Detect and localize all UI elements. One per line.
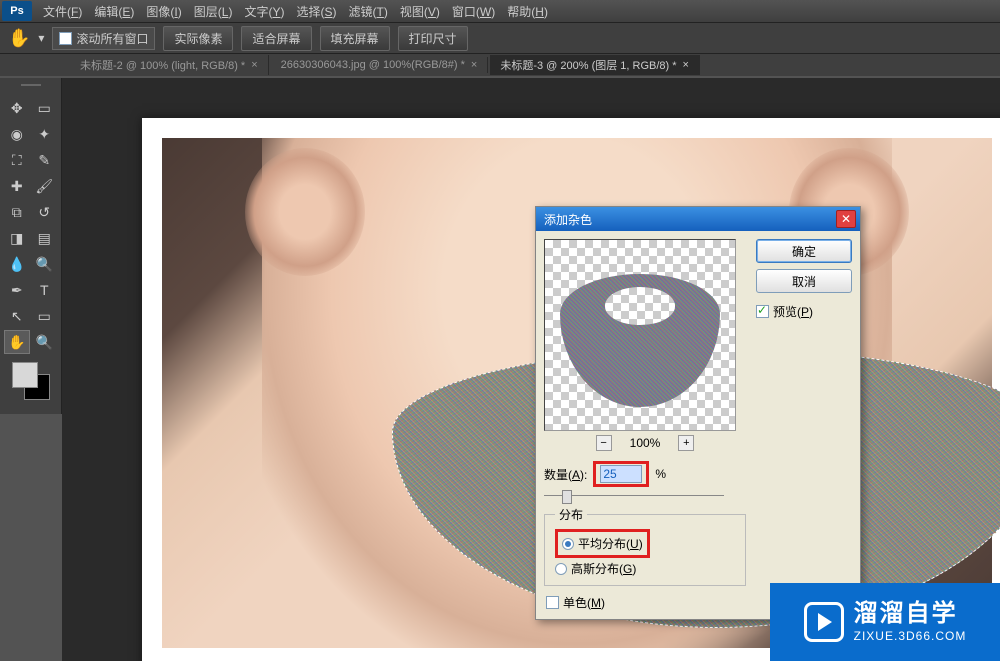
tool-toggle-icon[interactable]: ▾ xyxy=(38,31,44,45)
monochrome-check[interactable]: 单色(M) xyxy=(544,594,746,611)
gradient-tool[interactable]: ▤ xyxy=(32,226,58,250)
preview-checkbox[interactable]: 预览(P) xyxy=(756,303,852,320)
close-icon[interactable]: × xyxy=(471,59,477,71)
gaussian-radio[interactable]: 高斯分布(G) xyxy=(555,558,735,579)
zoom-tool[interactable]: 🔍 xyxy=(32,330,58,354)
close-button[interactable]: ✕ xyxy=(836,210,856,228)
eraser-tool[interactable]: ◨ xyxy=(4,226,30,250)
stamp-tool[interactable]: ⧉ xyxy=(4,200,30,224)
magic-wand-tool[interactable]: ✦ xyxy=(32,122,58,146)
highlight-marker: 平均分布(U) xyxy=(555,529,650,558)
history-brush-tool[interactable]: ↺ xyxy=(32,200,58,224)
watermark-subtitle: ZIXUE.3D66.COM xyxy=(854,629,967,643)
options-bar: ✋ ▾ 滚动所有窗口 实际像素 适合屏幕 填充屏幕 打印尺寸 xyxy=(0,22,1000,54)
crop-tool[interactable]: ⛶ xyxy=(4,148,30,172)
blur-tool[interactable]: 💧 xyxy=(4,252,30,276)
lasso-tool[interactable]: ◉ xyxy=(4,122,30,146)
menu-view[interactable]: 视图(V) xyxy=(394,0,446,23)
document-tab[interactable]: 26630306043.jpg @ 100%(RGB/8#) * × xyxy=(271,57,489,73)
shape-tool[interactable]: ▭ xyxy=(32,304,58,328)
close-icon[interactable]: × xyxy=(251,59,257,71)
zoom-percent: 100% xyxy=(630,436,661,450)
zoom-out-button[interactable]: − xyxy=(596,435,612,451)
menu-help[interactable]: 帮助(H) xyxy=(501,0,554,23)
close-icon[interactable]: × xyxy=(683,59,689,71)
document-tabs: 未标题-2 @ 100% (light, RGB/8) * × 26630306… xyxy=(0,54,1000,76)
menu-layer[interactable]: 图层(L) xyxy=(188,0,239,23)
drag-handle-icon[interactable] xyxy=(4,84,57,92)
path-tool[interactable]: ↖ xyxy=(4,304,30,328)
ok-button[interactable]: 确定 xyxy=(756,239,852,263)
menu-file[interactable]: 文件(F) xyxy=(37,0,88,23)
play-icon xyxy=(804,602,844,642)
dialog-titlebar[interactable]: 添加杂色 ✕ xyxy=(536,207,860,231)
hand-tool-icon: ✋ xyxy=(8,28,30,49)
pen-tool[interactable]: ✒ xyxy=(4,278,30,302)
watermark-title: 溜溜自学 xyxy=(854,600,967,629)
amount-input[interactable] xyxy=(600,465,642,483)
foreground-color[interactable] xyxy=(12,362,38,388)
healing-tool[interactable]: ✚ xyxy=(4,174,30,198)
dialog-title: 添加杂色 xyxy=(544,211,592,228)
distribution-group: 分布 平均分布(U) 高斯分布(G) xyxy=(544,506,746,586)
scroll-all-windows-check[interactable]: 滚动所有窗口 xyxy=(52,27,155,50)
brush-tool[interactable]: 🖌 xyxy=(32,174,58,198)
amount-slider[interactable] xyxy=(544,493,724,498)
fill-screen-button[interactable]: 填充屏幕 xyxy=(320,26,390,51)
menu-image[interactable]: 图像(I) xyxy=(140,0,187,23)
app-logo: Ps xyxy=(2,1,32,21)
actual-pixels-button[interactable]: 实际像素 xyxy=(163,26,233,51)
amount-label: 数量(A): xyxy=(544,466,587,483)
dodge-tool[interactable]: 🔍 xyxy=(32,252,58,276)
cancel-button[interactable]: 取消 xyxy=(756,269,852,293)
uniform-radio[interactable]: 平均分布(U) xyxy=(562,533,643,554)
document-tab[interactable]: 未标题-2 @ 100% (light, RGB/8) * × xyxy=(70,55,269,75)
color-swatches[interactable] xyxy=(12,362,50,400)
preview-shape xyxy=(560,274,720,407)
move-tool[interactable]: ✥ xyxy=(4,96,30,120)
menu-select[interactable]: 选择(S) xyxy=(290,0,342,23)
menu-type[interactable]: 文字(Y) xyxy=(238,0,290,23)
print-size-button[interactable]: 打印尺寸 xyxy=(398,26,468,51)
amount-unit: % xyxy=(655,467,666,481)
menu-bar: Ps 文件(F) 编辑(E) 图像(I) 图层(L) 文字(Y) 选择(S) 滤… xyxy=(0,0,1000,22)
scroll-all-label: 滚动所有窗口 xyxy=(76,30,148,47)
add-noise-dialog: 添加杂色 ✕ − 100% + 数量(A): % xyxy=(535,206,861,620)
hand-tool[interactable]: ✋ xyxy=(4,330,30,354)
marquee-tool[interactable]: ▭ xyxy=(32,96,58,120)
eyedropper-tool[interactable]: ✎ xyxy=(32,148,58,172)
type-tool[interactable]: T xyxy=(32,278,58,302)
checkbox-icon[interactable] xyxy=(59,32,72,45)
slider-thumb[interactable] xyxy=(562,490,572,504)
fit-screen-button[interactable]: 适合屏幕 xyxy=(241,26,311,51)
checkbox-icon[interactable] xyxy=(546,596,559,609)
radio-icon[interactable] xyxy=(562,538,574,550)
checkbox-icon[interactable] xyxy=(756,305,769,318)
preview-area[interactable] xyxy=(544,239,736,431)
distribution-legend: 分布 xyxy=(555,506,587,523)
radio-icon[interactable] xyxy=(555,563,567,575)
tools-panel: ✥▭ ◉✦ ⛶✎ ✚🖌 ⧉↺ ◨▤ 💧🔍 ✒T ↖▭ ✋🔍 xyxy=(0,78,62,414)
menu-edit[interactable]: 编辑(E) xyxy=(88,0,140,23)
zoom-in-button[interactable]: + xyxy=(678,435,694,451)
menu-window[interactable]: 窗口(W) xyxy=(446,0,501,23)
watermark: 溜溜自学 ZIXUE.3D66.COM xyxy=(770,583,1000,661)
highlight-marker xyxy=(593,461,649,487)
menu-filter[interactable]: 滤镜(T) xyxy=(343,0,394,23)
document-tab[interactable]: 未标题-3 @ 200% (图层 1, RGB/8) * × xyxy=(490,55,700,75)
